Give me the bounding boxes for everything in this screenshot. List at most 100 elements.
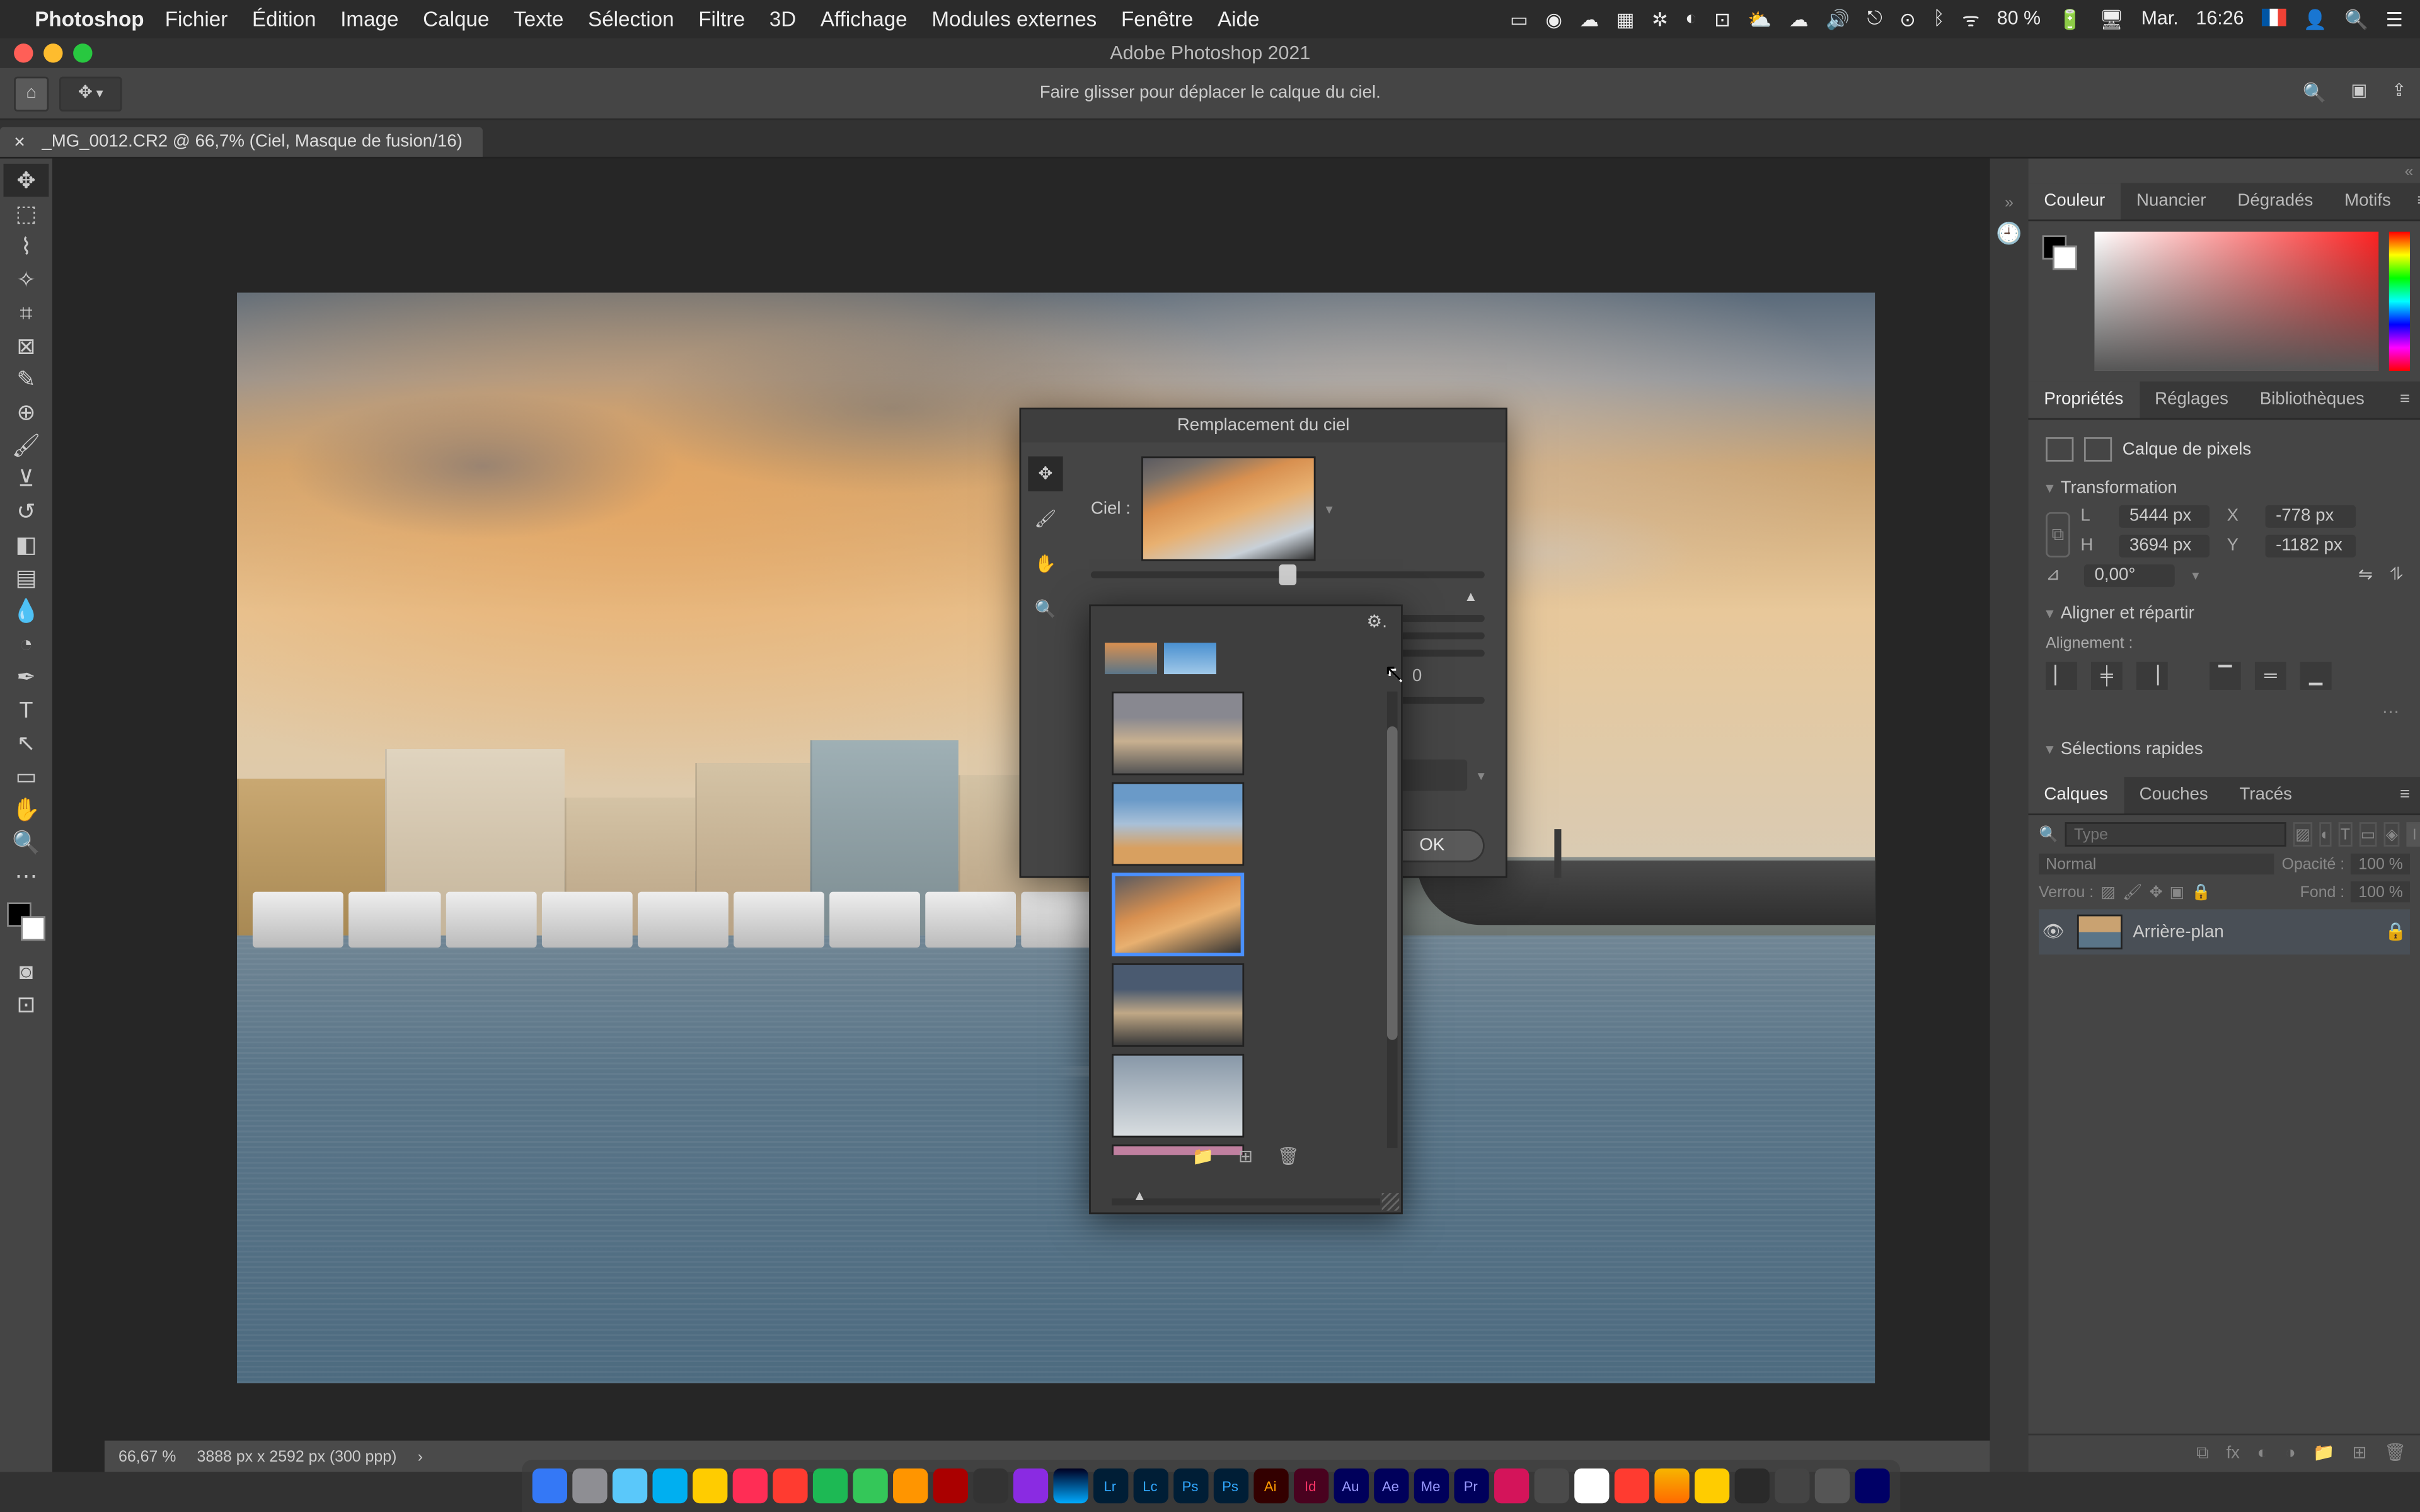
dock-premiere[interactable]: Pr [1453, 1469, 1488, 1503]
wifi-icon[interactable]: ᯤ [1962, 6, 1979, 32]
tab-degrades[interactable]: Dégradés [2222, 183, 2329, 219]
zoom-tool[interactable]: 🔍 [4, 826, 49, 859]
dock-audition[interactable]: Au [1333, 1469, 1368, 1503]
add-preset-icon[interactable]: ⊞ [1238, 1148, 1253, 1167]
height-field[interactable]: 3694 px [2119, 535, 2210, 558]
dock-photoshop[interactable]: Ps [1173, 1469, 1207, 1503]
dock-app[interactable] [612, 1469, 647, 1503]
tab-traces[interactable]: Tracés [2224, 777, 2308, 813]
dock-app[interactable] [1734, 1469, 1768, 1503]
dodge-tool[interactable]: ◔ [4, 627, 49, 660]
history-brush-tool[interactable]: ↺ [4, 495, 49, 528]
hue-slider[interactable] [2389, 232, 2410, 371]
clock-time[interactable]: 16:26 [2196, 9, 2244, 30]
dock-ps-beta[interactable]: Ps [1213, 1469, 1247, 1503]
align-bottom-icon[interactable]: ▁ [2300, 662, 2332, 690]
blur-tool[interactable]: 💧 [4, 594, 49, 627]
layer-row[interactable]: 👁 Arrière-plan 🔒 [2039, 909, 2410, 954]
status-icon[interactable]: ⊙ [1899, 8, 1915, 30]
preset-group-thumb[interactable] [1105, 643, 1157, 674]
status-icon[interactable]: ✲ [1652, 8, 1668, 30]
more-options-icon[interactable]: ⋯ [2046, 697, 2403, 730]
menu-selection[interactable]: Sélection [588, 7, 674, 32]
align-center-h-icon[interactable]: ╪ [2091, 662, 2123, 690]
dock-app[interactable] [772, 1469, 807, 1503]
menu-fichier[interactable]: Fichier [165, 7, 228, 32]
status-icon[interactable]: ▭ [1510, 8, 1528, 30]
sky-zoom-tool[interactable]: 🔍 [1028, 592, 1063, 627]
display-icon[interactable]: 🖥 [2099, 8, 2124, 30]
align-right-icon[interactable]: ▕ [2136, 662, 2168, 690]
menu-fenetre[interactable]: Fenêtre [1121, 7, 1193, 32]
dock-app[interactable] [1814, 1469, 1848, 1503]
dialog-title[interactable]: Remplacement du ciel [1021, 410, 1506, 443]
link-layers-icon[interactable]: ⧉ [2196, 1444, 2209, 1463]
section-quick-actions[interactable]: Sélections rapides [2046, 730, 2403, 767]
sky-preset-item-selected[interactable] [1112, 873, 1244, 956]
tab-couches[interactable]: Couches [2124, 777, 2224, 813]
lock-position-icon[interactable]: ✥ [2150, 882, 2163, 901]
dock-app[interactable] [1613, 1469, 1648, 1503]
lock-icon[interactable]: 🔒 [2385, 922, 2406, 941]
dock-app[interactable] [572, 1469, 606, 1503]
menu-modules[interactable]: Modules externes [931, 7, 1097, 32]
dock-app[interactable] [852, 1469, 887, 1503]
window-minimize-button[interactable] [43, 43, 62, 62]
tab-bibliotheques[interactable]: Bibliothèques [2244, 382, 2380, 418]
delete-preset-icon[interactable]: 🗑 [1277, 1148, 1299, 1167]
dropdown-chevron-icon[interactable]: ▾ [1326, 501, 1333, 517]
frame-tool[interactable]: ⊠ [4, 329, 49, 363]
quick-mask-toggle[interactable]: ◙ [4, 954, 49, 988]
dock-app[interactable] [1774, 1469, 1809, 1503]
y-field[interactable]: -1182 px [2266, 535, 2356, 558]
layer-name[interactable]: Arrière-plan [2133, 922, 2223, 941]
bluetooth-icon[interactable]: ᛒ [1933, 9, 1944, 30]
layer-thumbnail[interactable] [2077, 915, 2123, 949]
preset-group-thumb[interactable] [1164, 643, 1216, 674]
layer-filter-input[interactable] [2065, 822, 2286, 847]
dock-app[interactable] [1694, 1469, 1729, 1503]
filter-smart-icon[interactable]: ◈ [2384, 822, 2400, 847]
status-icon[interactable]: ⛅ [1748, 8, 1772, 30]
hand-tool[interactable]: ✋ [4, 793, 49, 826]
healing-tool[interactable]: ⊕ [4, 396, 49, 429]
color-field[interactable] [2095, 232, 2379, 371]
collapsed-panel-strip[interactable]: » 🕘 [1990, 159, 2029, 1472]
spotlight-icon[interactable]: 🔍 [2344, 8, 2368, 30]
dock-app[interactable] [652, 1469, 686, 1503]
share-icon[interactable] [2392, 82, 2406, 105]
quick-select-tool[interactable]: ✧ [4, 263, 49, 297]
status-icon[interactable]: ☁ [1580, 8, 1599, 30]
tab-reglages[interactable]: Réglages [2139, 382, 2244, 418]
window-maximize-button[interactable] [73, 43, 92, 62]
menu-image[interactable]: Image [340, 7, 398, 32]
filter-adjust-icon[interactable]: ◐ [2319, 822, 2332, 847]
resize-grip-icon[interactable] [1382, 1193, 1400, 1211]
section-transformation[interactable]: Transformation [2046, 469, 2403, 505]
sky-preset-item[interactable] [1112, 963, 1244, 1047]
dock-app[interactable] [1533, 1469, 1568, 1503]
dock-app[interactable] [1654, 1469, 1688, 1503]
lock-all-icon[interactable]: 🔒 [2191, 882, 2211, 901]
gear-icon[interactable]: ⚙. [1366, 613, 1386, 632]
workspace-icon[interactable] [2351, 82, 2367, 105]
more-tools[interactable]: ⋯ [4, 859, 49, 892]
menu-filtre[interactable]: Filtre [698, 7, 745, 32]
volume-icon[interactable]: 🔊 [1826, 8, 1850, 30]
dock-aftereffects[interactable]: Ae [1373, 1469, 1408, 1503]
visibility-toggle-icon[interactable]: 👁 [2043, 922, 2067, 941]
preset-list[interactable] [1091, 685, 1401, 1155]
eraser-tool[interactable]: ◧ [4, 528, 49, 561]
dock-mediaencoder[interactable]: Me [1413, 1469, 1448, 1503]
chevron-down-icon[interactable]: ▾ [1478, 767, 1485, 783]
flip-v-icon[interactable]: ⥮ [2390, 566, 2403, 585]
menu-edition[interactable]: Édition [252, 7, 316, 32]
sky-preset-picker[interactable]: ⚙. 📁 ⊞ 🗑 [1089, 604, 1403, 1214]
collapse-arrows-icon[interactable]: « [2028, 159, 2420, 183]
filter-pixel-icon[interactable]: ▨ [2293, 822, 2312, 847]
dock-app[interactable] [812, 1469, 846, 1503]
shape-tool[interactable]: ▭ [4, 760, 49, 793]
panel-menu-icon[interactable]: ≡ [2389, 382, 2420, 418]
tab-nuancier[interactable]: Nuancier [2121, 183, 2221, 219]
layer-mask-icon[interactable]: ◐ [2257, 1444, 2268, 1463]
